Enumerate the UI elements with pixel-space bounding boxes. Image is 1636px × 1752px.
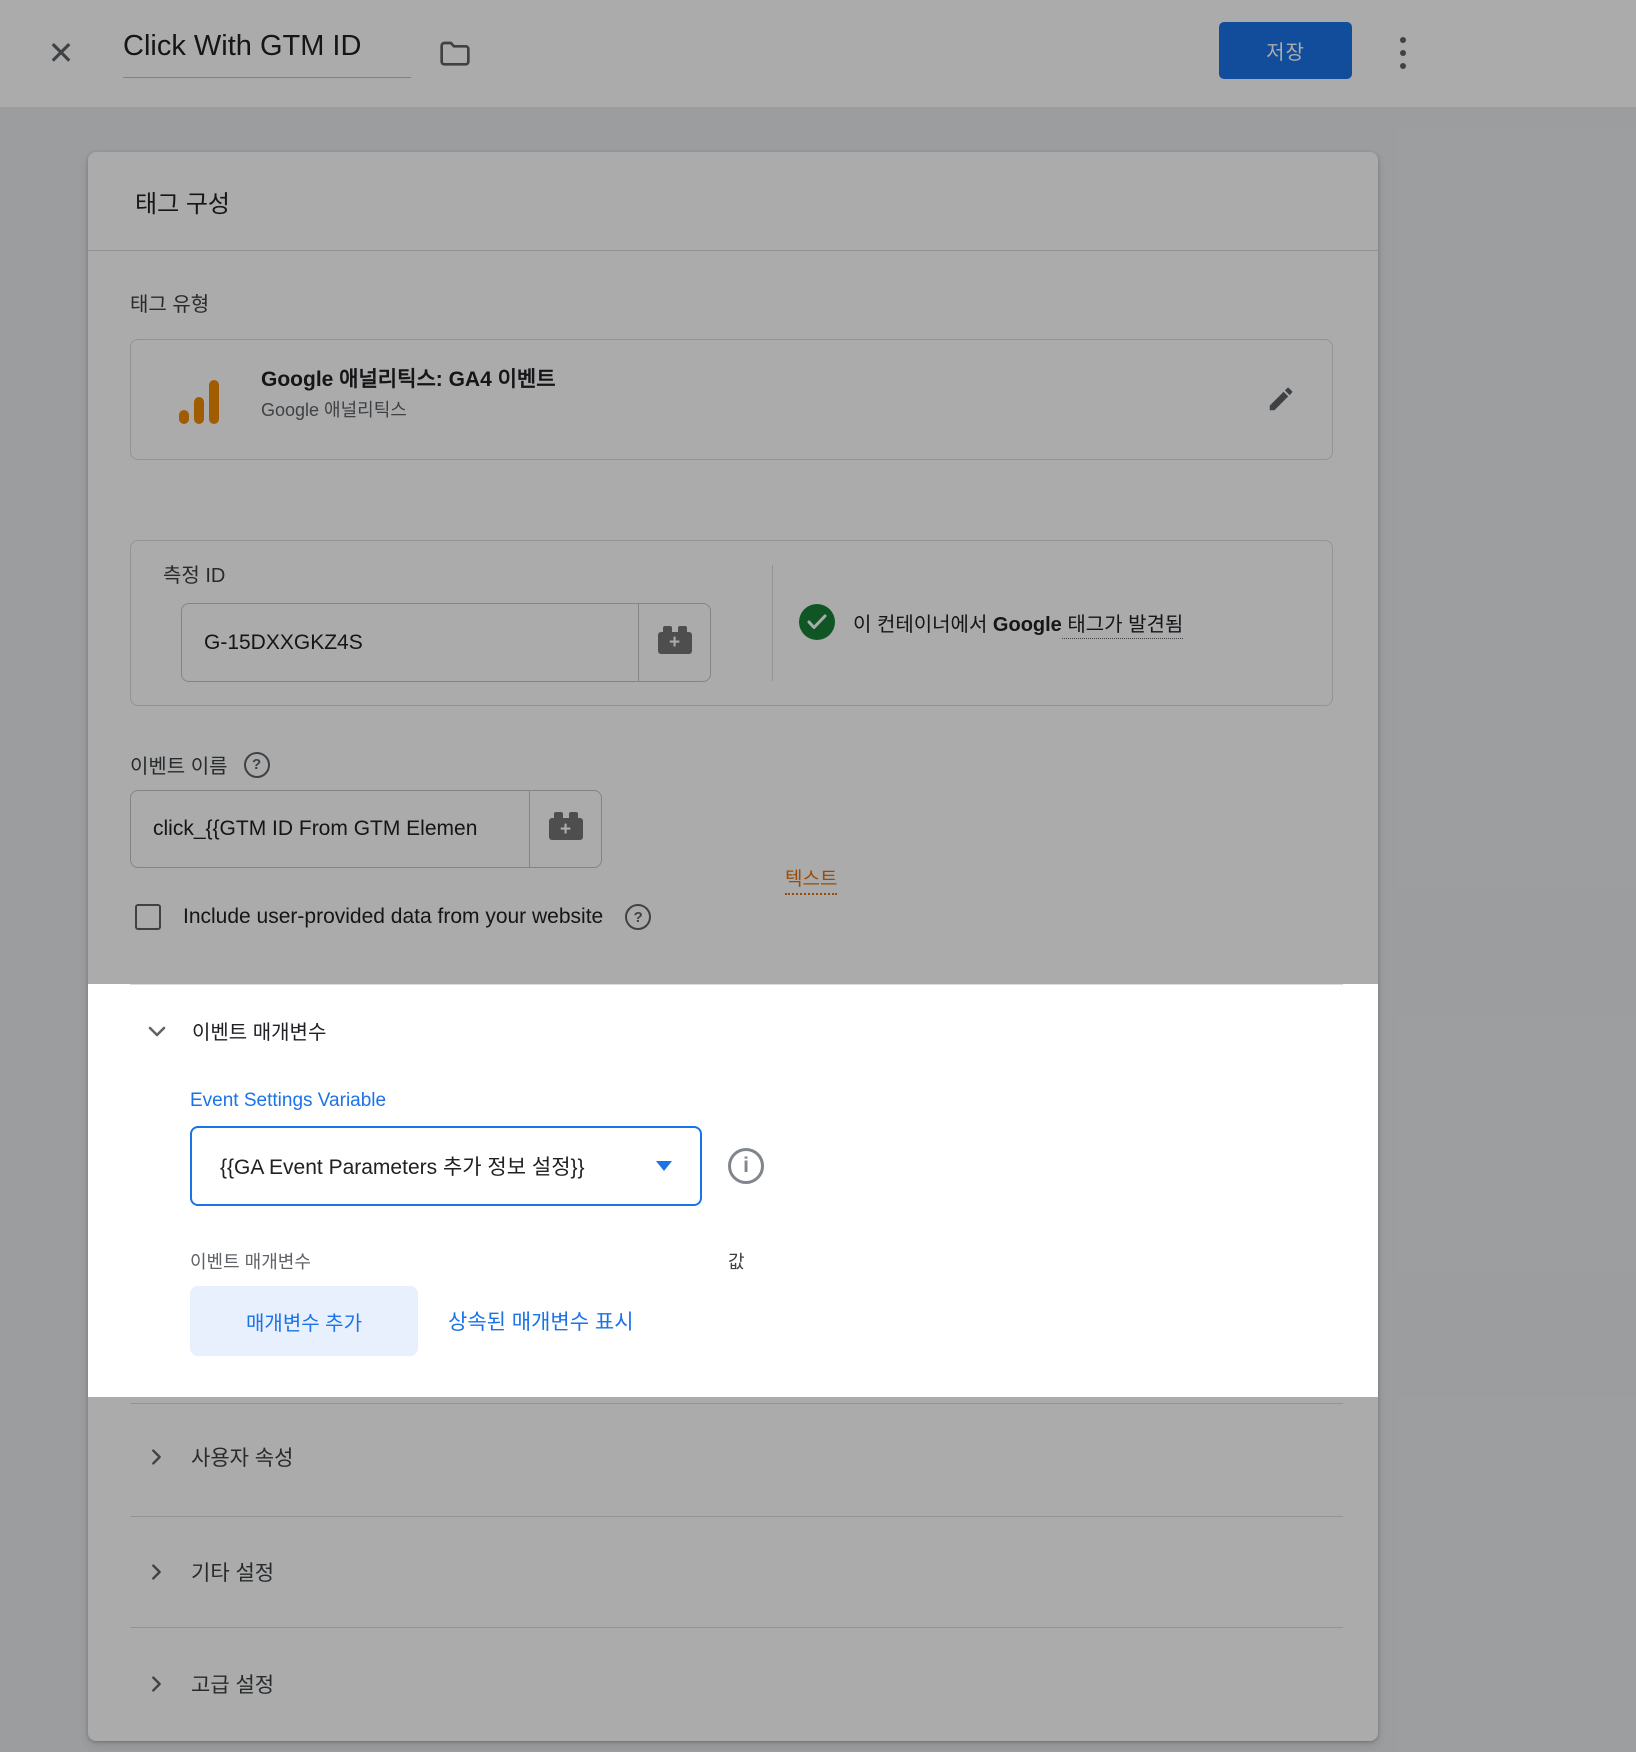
- event-name-label: 이벤트 이름: [130, 750, 228, 779]
- event-name-group: +: [130, 790, 602, 868]
- tag-type-label: 태그 유형: [130, 288, 209, 317]
- ga4-analytics-icon: [179, 378, 223, 424]
- measurement-id-card: 측정 ID + 이 컨테이너에서 Google 태그가 발견됨: [130, 540, 1333, 706]
- text-type-link[interactable]: 텍스트: [785, 864, 837, 895]
- panel-header: 태그 구성: [88, 152, 1378, 251]
- save-button[interactable]: 저장: [1219, 22, 1352, 79]
- tag-title-field[interactable]: Click With GTM ID: [123, 30, 411, 78]
- status-text: 이 컨테이너에서 Google 태그가 발견됨: [853, 608, 1183, 637]
- section-advanced-settings[interactable]: 고급 설정: [88, 1627, 1378, 1741]
- value-column-label: 값: [728, 1248, 745, 1274]
- check-circle-icon: [799, 604, 835, 640]
- section-label: 고급 설정: [191, 1669, 274, 1699]
- panel-title: 태그 구성: [135, 184, 230, 219]
- esv-select[interactable]: {{GA Event Parameters 추가 정보 설정}}: [190, 1126, 702, 1206]
- help-icon[interactable]: ?: [625, 904, 651, 930]
- include-user-data-label: Include user-provided data from your web…: [183, 905, 603, 929]
- chevron-right-icon: [145, 1673, 167, 1695]
- close-icon[interactable]: ✕: [40, 32, 82, 74]
- measurement-id-group: +: [181, 603, 711, 682]
- brick-plus-icon: +: [549, 818, 583, 840]
- dropdown-caret-icon: [656, 1161, 672, 1171]
- param-column-label: 이벤트 매개변수: [190, 1248, 311, 1274]
- help-icon[interactable]: ?: [244, 752, 270, 778]
- google-tag-status: 이 컨테이너에서 Google 태그가 발견됨: [799, 604, 1183, 640]
- show-inherited-link[interactable]: 상속된 매개변수 표시: [448, 1306, 634, 1336]
- tag-type-name: Google 애널리틱스: GA4 이벤트: [261, 363, 556, 393]
- tag-type-vendor: Google 애널리틱스: [261, 396, 407, 422]
- dim-overlay-right: [1378, 984, 1636, 1397]
- event-name-label-row: 이벤트 이름 ?: [130, 750, 270, 779]
- vertical-divider: [772, 565, 773, 681]
- esv-label: Event Settings Variable: [190, 1090, 386, 1112]
- measurement-id-label: 측정 ID: [163, 559, 225, 588]
- event-parameters-title: 이벤트 매개변수: [192, 1016, 326, 1045]
- tag-type-card[interactable]: Google 애널리틱스: GA4 이벤트 Google 애널리틱스: [130, 339, 1333, 460]
- event-parameters-header[interactable]: 이벤트 매개변수: [145, 1016, 326, 1045]
- section-user-properties[interactable]: 사용자 속성: [88, 1397, 1378, 1516]
- variable-picker-button[interactable]: +: [638, 604, 710, 681]
- parameter-actions: 매개변수 추가 상속된 매개변수 표시: [190, 1286, 634, 1356]
- section-other-settings[interactable]: 기타 설정: [88, 1516, 1378, 1627]
- kebab-menu-icon[interactable]: [1391, 30, 1415, 76]
- event-parameters-section: 이벤트 매개변수 Event Settings Variable {{GA Ev…: [88, 984, 1378, 1397]
- chevron-right-icon: [145, 1446, 167, 1468]
- chevron-down-icon: [145, 1019, 169, 1043]
- event-name-input[interactable]: [131, 791, 529, 867]
- esv-selected-value: {{GA Event Parameters 추가 정보 설정}}: [220, 1151, 656, 1181]
- info-icon[interactable]: i: [728, 1148, 764, 1184]
- user-data-row: Include user-provided data from your web…: [135, 904, 651, 930]
- tag-configuration-card: 태그 구성 태그 유형 Google 애널리틱스: GA4 이벤트 Google…: [88, 152, 1378, 1741]
- include-user-data-checkbox[interactable]: [135, 904, 161, 930]
- measurement-id-input[interactable]: [182, 604, 638, 681]
- add-parameter-button[interactable]: 매개변수 추가: [190, 1286, 418, 1356]
- dialog-header: ✕ Click With GTM ID 저장: [0, 0, 1636, 107]
- dim-overlay-left: [0, 984, 88, 1397]
- edit-pencil-icon[interactable]: [1266, 384, 1296, 414]
- variable-picker-button[interactable]: +: [529, 791, 601, 867]
- folder-icon[interactable]: [437, 36, 473, 70]
- parameter-columns: 이벤트 매개변수 값: [88, 1248, 1378, 1272]
- section-label: 사용자 속성: [191, 1442, 293, 1472]
- chevron-right-icon: [145, 1561, 167, 1583]
- brick-plus-icon: +: [658, 632, 692, 654]
- section-label: 기타 설정: [191, 1557, 274, 1587]
